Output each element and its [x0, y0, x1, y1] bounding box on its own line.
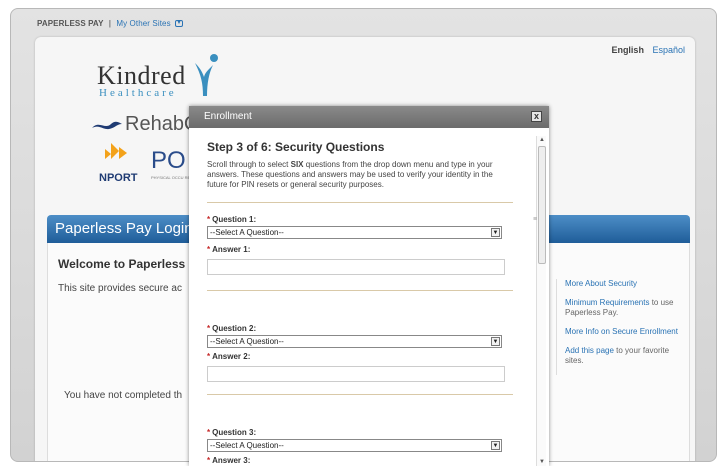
- my-other-sites-link[interactable]: My Other Sites: [116, 19, 170, 28]
- required-mark: *: [207, 324, 211, 333]
- answer-1-label-text: Answer 1:: [212, 245, 251, 254]
- required-mark: *: [207, 352, 211, 361]
- question-3-select[interactable]: --Select A Question-- ▼: [207, 439, 502, 452]
- answer-3-label-text: Answer 3:: [212, 456, 251, 465]
- question-block-3: * Question 3: --Select A Question-- ▼ * An…: [207, 428, 502, 465]
- modal-title: Enrollment: [204, 111, 252, 122]
- required-mark: *: [207, 215, 211, 224]
- login-title: Paperless Pay Login: [55, 220, 193, 237]
- question-3-label: * Question 3:: [207, 428, 502, 437]
- not-completed-text: You have not completed th: [64, 390, 183, 401]
- scroll-down-icon[interactable]: ▼: [538, 458, 546, 466]
- add-page-link[interactable]: this page: [581, 346, 613, 355]
- step-instructions: Scroll through to select SIX questions f…: [207, 160, 511, 190]
- brand-label: PAPERLESS PAY: [37, 19, 104, 28]
- scroll-grip-icon: ≡: [533, 216, 538, 223]
- kindred-figure-icon: [195, 54, 218, 96]
- nport-logo-text: NPORT: [99, 172, 138, 184]
- rehab-swoosh-icon: [92, 121, 122, 129]
- answer-3-label: * Answer 3:: [207, 456, 502, 465]
- question-3-select-value: --Select A Question--: [210, 441, 284, 450]
- language-switch: English Español: [611, 45, 685, 55]
- question-1-label: * Question 1:: [207, 215, 505, 224]
- step-title: Step 3 of 6: Security Questions: [207, 140, 385, 154]
- chevron-down-icon[interactable]: ▾: [175, 20, 184, 28]
- question-block-1: * Question 1: --Select A Question-- ▼ * An…: [207, 215, 505, 275]
- nport-logo: NPORT: [99, 141, 138, 184]
- required-mark: *: [207, 245, 211, 254]
- question-block-2: * Question 2: --Select A Question-- ▼ * An…: [207, 324, 505, 382]
- question-2-divider: [207, 394, 513, 395]
- language-spanish-link[interactable]: Español: [652, 45, 685, 55]
- intro-text-bold: SIX: [290, 160, 304, 169]
- answer-2-label: * Answer 2:: [207, 352, 505, 361]
- question-1-select[interactable]: --Select A Question-- ▼: [207, 226, 502, 239]
- about-security-link[interactable]: More About Security: [565, 279, 637, 288]
- chevron-down-icon[interactable]: ▼: [491, 337, 500, 346]
- add-page-prefix: Add: [565, 346, 582, 355]
- secure-enrollment-link[interactable]: More Info on Secure Enrollment: [565, 327, 678, 336]
- question-1-divider: [207, 290, 513, 291]
- top-bar: PAPERLESS PAY | My Other Sites ▾: [37, 19, 184, 28]
- answer-1-input[interactable]: [207, 259, 505, 275]
- scroll-up-icon[interactable]: ▲: [538, 136, 546, 144]
- nport-arrows-icon: [105, 143, 127, 159]
- welcome-heading: Welcome to Paperless F: [58, 257, 196, 271]
- modal-header: Enrollment x: [189, 106, 549, 128]
- site-description: This site provides secure ac: [58, 283, 182, 294]
- language-english[interactable]: English: [611, 45, 644, 55]
- chevron-down-icon[interactable]: ▼: [491, 441, 500, 450]
- scroll-thumb[interactable]: [538, 146, 546, 264]
- enrollment-modal: Enrollment x ▲ ≡ ▼ Step 3 of 6: Security…: [189, 106, 549, 466]
- intro-divider: [207, 202, 513, 203]
- required-mark: *: [207, 456, 211, 465]
- question-1-select-value: --Select A Question--: [210, 228, 284, 237]
- modal-body: ▲ ≡ ▼ Step 3 of 6: Security Questions Sc…: [189, 128, 549, 466]
- answer-2-input[interactable]: [207, 366, 505, 382]
- question-1-label-text: Question 1:: [212, 215, 257, 224]
- question-2-label-text: Question 2:: [212, 324, 257, 333]
- question-2-select-value: --Select A Question--: [210, 337, 284, 346]
- po-logo-text: PO: [151, 147, 186, 174]
- question-2-label: * Question 2:: [207, 324, 505, 333]
- answer-1-label: * Answer 1:: [207, 245, 505, 254]
- separator: |: [108, 19, 112, 28]
- kindred-logo: Kindred Healthcare: [97, 61, 186, 99]
- sidebar-links: More About Security Minimum Requirements…: [556, 279, 686, 375]
- intro-text-start: Scroll through to select: [207, 160, 291, 169]
- question-2-select[interactable]: --Select A Question-- ▼: [207, 335, 502, 348]
- required-mark: *: [207, 428, 211, 437]
- close-icon[interactable]: x: [531, 111, 542, 122]
- chevron-down-icon[interactable]: ▼: [491, 228, 500, 237]
- modal-scrollbar[interactable]: ▲ ≡ ▼: [533, 136, 546, 466]
- question-3-label-text: Question 3:: [212, 428, 257, 437]
- kindred-logo-subtitle: Healthcare: [99, 87, 177, 99]
- answer-2-label-text: Answer 2:: [212, 352, 251, 361]
- minimum-requirements-link[interactable]: Minimum Requirements: [565, 298, 649, 307]
